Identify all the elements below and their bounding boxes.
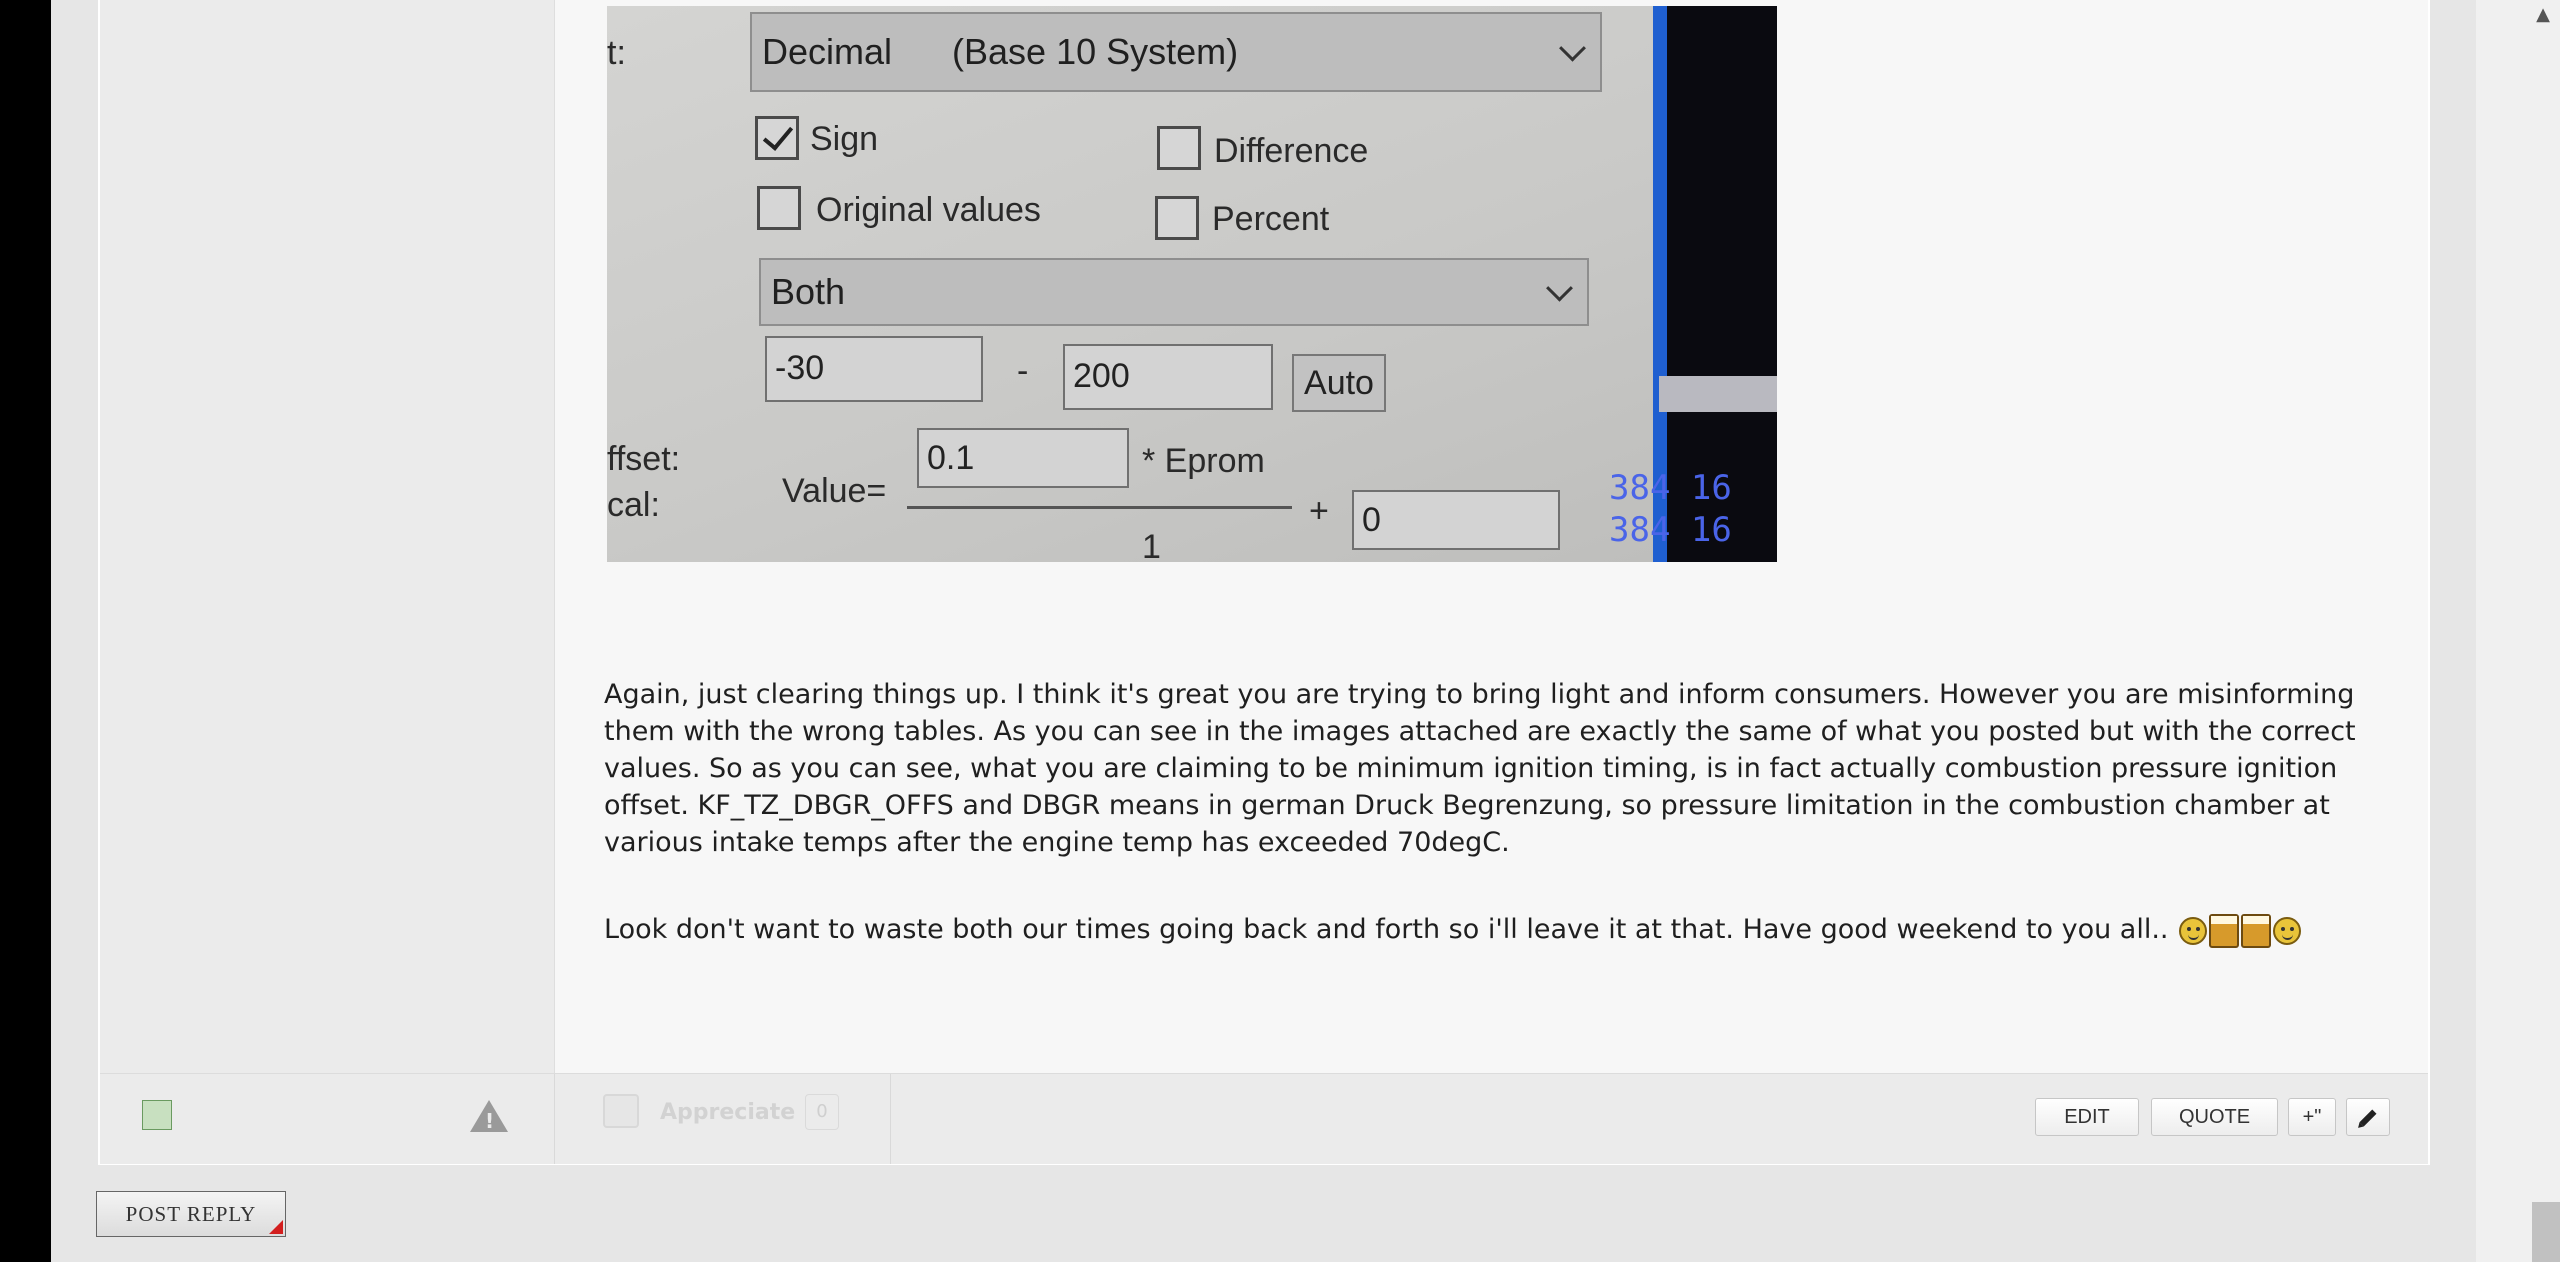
att-value-label: Value= [782, 472, 887, 510]
scrollbar[interactable]: ▲ [2476, 0, 2560, 1262]
beer-icon [2240, 913, 2271, 948]
post-footer: Appreciate 0 EDIT QUOTE +" [100, 1073, 2428, 1164]
att-offset: 0 [1352, 490, 1560, 550]
chevron-down-icon [1546, 274, 1573, 302]
att-checkbox-label: Original values [816, 191, 1041, 229]
att-checkbox-sign [755, 116, 799, 160]
smiley-icon [2272, 916, 2301, 945]
att-format-select: Decimal (Base 10 System) [750, 12, 1602, 92]
post-reply-button[interactable]: POST REPLY [96, 1191, 286, 1237]
quote-button[interactable]: QUOTE [2151, 1098, 2278, 1136]
multiquote-button[interactable]: +" [2288, 1098, 2336, 1136]
beer-icon [2208, 913, 2239, 948]
att-format-description: (Base 10 System) [952, 31, 1239, 72]
smiley-icon [2178, 916, 2207, 945]
att-label-format: t: [607, 34, 626, 72]
online-status-indicator [142, 1100, 172, 1130]
att-factor: 0.1 [917, 428, 1129, 488]
att-checkbox-label: Difference [1214, 132, 1369, 170]
footer-divider [890, 1074, 891, 1164]
report-warning-icon[interactable] [470, 1100, 508, 1133]
att-mode-value: Both [771, 271, 846, 312]
corner-triangle-icon [269, 1220, 283, 1234]
att-checkbox-percent [1155, 196, 1199, 240]
att-hex-line: 384 16 [1609, 468, 1732, 508]
appreciate-button[interactable]: Appreciate [660, 1100, 795, 1125]
att-checkbox-difference [1157, 126, 1201, 170]
att-eprom-label: * Eprom [1142, 442, 1265, 480]
att-range-min: -30 [765, 336, 983, 402]
message-paragraph-last: Look don't want to waste both our times … [604, 911, 2364, 948]
post-reply-label: POST REPLY [125, 1202, 257, 1226]
att-checkbox-label: Sign [810, 120, 879, 158]
att-auto-button: Auto [1292, 354, 1386, 412]
att-hex-line: 384 16 [1609, 510, 1732, 550]
pencil-icon [2359, 1109, 2377, 1127]
post-message: Again, just clearing things up. I think … [604, 676, 2364, 998]
thumbs-icon[interactable] [603, 1094, 639, 1128]
att-mode-select: Both [759, 258, 1589, 326]
att-plus: + [1309, 492, 1329, 530]
appreciate-count: 0 [805, 1094, 839, 1130]
att-divisor: 1 [1142, 528, 1161, 562]
smiley-beer-emoticon [2178, 913, 2301, 948]
att-range-max: 200 [1063, 344, 1273, 410]
att-gray-bar [1659, 376, 1777, 412]
att-format-value: Decimal [762, 31, 893, 72]
edit-button[interactable]: EDIT [2035, 1098, 2139, 1136]
att-checkbox-label: Percent [1212, 200, 1330, 238]
footer-divider [554, 1074, 555, 1164]
chevron-down-icon [1559, 34, 1586, 62]
message-paragraph: Look don't want to waste both our times … [604, 914, 2169, 945]
scroll-up-icon[interactable]: ▲ [2536, 4, 2550, 25]
message-paragraph: Again, just clearing things up. I think … [604, 679, 2356, 858]
quick-edit-button[interactable] [2346, 1098, 2390, 1136]
att-label-scale: cal: [607, 486, 660, 524]
scrollbar-thumb[interactable] [2532, 1202, 2560, 1262]
att-fraction-line [907, 506, 1292, 509]
att-range-dash: - [1017, 352, 1029, 390]
post-author-sidebar [100, 0, 555, 1073]
att-label-offset: ffset: [607, 440, 681, 478]
att-checkbox-original [757, 186, 801, 230]
attached-image[interactable]: t: Decimal (Base 10 System) Sign Differe… [607, 6, 1777, 562]
